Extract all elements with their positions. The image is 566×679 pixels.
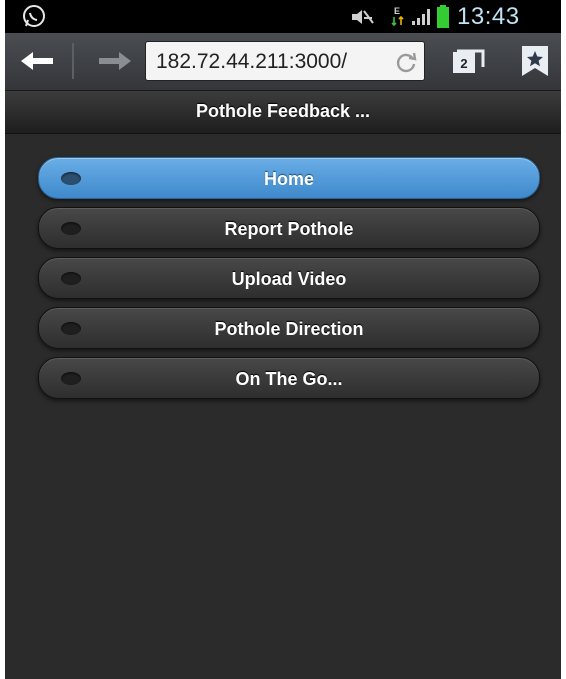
whatsapp-icon: [23, 5, 45, 27]
back-arrow-icon[interactable]: [13, 45, 61, 77]
menu-item-home[interactable]: Home: [38, 157, 540, 199]
tabs-button[interactable]: 2: [445, 43, 489, 79]
page-title: Pothole Feedback ...: [195, 101, 371, 121]
battery-icon: [437, 5, 449, 28]
url-text[interactable]: 182.72.44.211:3000/: [156, 50, 347, 74]
tab-count: 2: [453, 52, 475, 73]
signal-icon: [412, 9, 430, 25]
page-header: Pothole Feedback ...: [5, 91, 561, 134]
menu-item-upload-video[interactable]: Upload Video: [38, 257, 540, 299]
menu-item-label: Report Pothole: [224, 219, 354, 239]
svg-text:E: E: [394, 6, 400, 16]
reload-icon[interactable]: [394, 50, 418, 74]
forward-arrow-icon[interactable]: [91, 45, 139, 77]
toolbar-divider: [72, 43, 74, 79]
phone-screen: E 13:43 182.72.44.211:3000/ 2 Pothole Fe…: [5, 0, 561, 679]
status-bar: E 13:43: [5, 0, 561, 33]
nav-menu: Home Report Pothole Upload Video Pothole…: [38, 157, 540, 407]
browser-toolbar: 182.72.44.211:3000/ 2: [5, 33, 561, 91]
menu-item-label: Upload Video: [231, 269, 347, 289]
data-transfer-icon: E: [391, 6, 404, 27]
menu-item-on-the-go[interactable]: On The Go...: [38, 357, 540, 399]
mute-icon: [352, 10, 374, 24]
bookmark-star-icon[interactable]: [518, 43, 552, 79]
menu-item-label: Pothole Direction: [214, 319, 364, 339]
menu-item-report-pothole[interactable]: Report Pothole: [38, 207, 540, 249]
menu-item-label: On The Go...: [235, 369, 343, 389]
status-clock: 13:43: [457, 3, 520, 30]
menu-item-pothole-direction[interactable]: Pothole Direction: [38, 307, 540, 349]
menu-item-label: Home: [263, 169, 314, 189]
url-field[interactable]: 182.72.44.211:3000/: [145, 41, 425, 81]
